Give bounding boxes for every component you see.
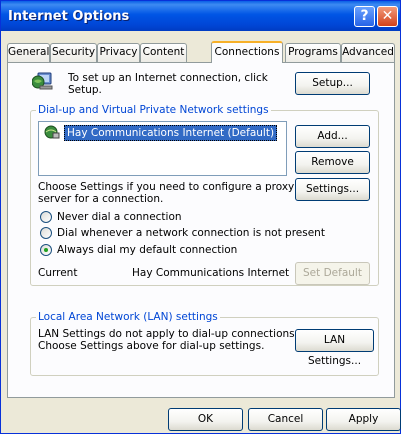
lan-group-title: Local Area Network (LAN) settings xyxy=(36,311,220,323)
dial-when-no-network-label[interactable]: Dial whenever a network connection is no… xyxy=(57,227,325,240)
tab-security[interactable]: Security xyxy=(50,43,97,62)
settings-button[interactable]: Settings... xyxy=(295,178,370,201)
tab-connections[interactable]: Connections xyxy=(211,41,283,63)
apply-button[interactable]: Apply xyxy=(326,408,401,431)
cancel-button[interactable]: Cancel xyxy=(248,408,323,431)
never-dial-label[interactable]: Never dial a connection xyxy=(57,211,182,224)
setup-button[interactable]: Setup... xyxy=(295,72,370,95)
lan-settings-button[interactable]: LAN Settings... xyxy=(295,329,374,367)
ok-button[interactable]: OK xyxy=(168,408,243,431)
window-title: Internet Options xyxy=(8,9,130,24)
remove-button[interactable]: Remove xyxy=(295,151,370,174)
setup-text-line2: Setup. xyxy=(68,84,102,96)
dialup-connection-icon xyxy=(44,125,60,139)
current-label: Current xyxy=(38,267,78,279)
tab-content[interactable]: Content xyxy=(140,43,187,62)
connections-list[interactable]: Hay Communications Internet (Default) xyxy=(38,121,287,176)
dial-when-no-network-radio[interactable] xyxy=(40,227,52,239)
connection-name: Hay Communications Internet (Default) xyxy=(64,125,278,141)
tab-programs[interactable]: Programs xyxy=(285,43,341,62)
tab-privacy[interactable]: Privacy xyxy=(97,43,140,62)
add-button[interactable]: Add... xyxy=(295,125,370,148)
globe-computer-icon xyxy=(32,72,53,90)
set-default-button[interactable]: Set Default xyxy=(295,262,370,285)
help-button[interactable]: ? xyxy=(354,6,375,27)
current-connection-value: Hay Communications Internet xyxy=(132,267,290,279)
lan-text-line2: Choose Settings above for dial-up settin… xyxy=(38,340,265,352)
tab-general[interactable]: General xyxy=(7,43,50,62)
proxy-text-line2: server for a connection. xyxy=(38,193,164,205)
internet-options-dialog: Internet Options ? ✕ General Security Pr… xyxy=(0,0,401,434)
tab-advanced[interactable]: Advanced xyxy=(341,43,395,62)
title-bar[interactable]: Internet Options ? ✕ xyxy=(1,1,400,31)
dialup-group-title: Dial-up and Virtual Private Network sett… xyxy=(36,104,271,116)
always-dial-label[interactable]: Always dial my default connection xyxy=(57,244,237,257)
close-button[interactable]: ✕ xyxy=(377,6,398,27)
radio-selected-dot xyxy=(44,248,48,252)
never-dial-radio[interactable] xyxy=(40,211,52,223)
connections-panel: To set up an Internet connection, click … xyxy=(7,62,395,398)
always-dial-radio[interactable] xyxy=(40,244,52,256)
